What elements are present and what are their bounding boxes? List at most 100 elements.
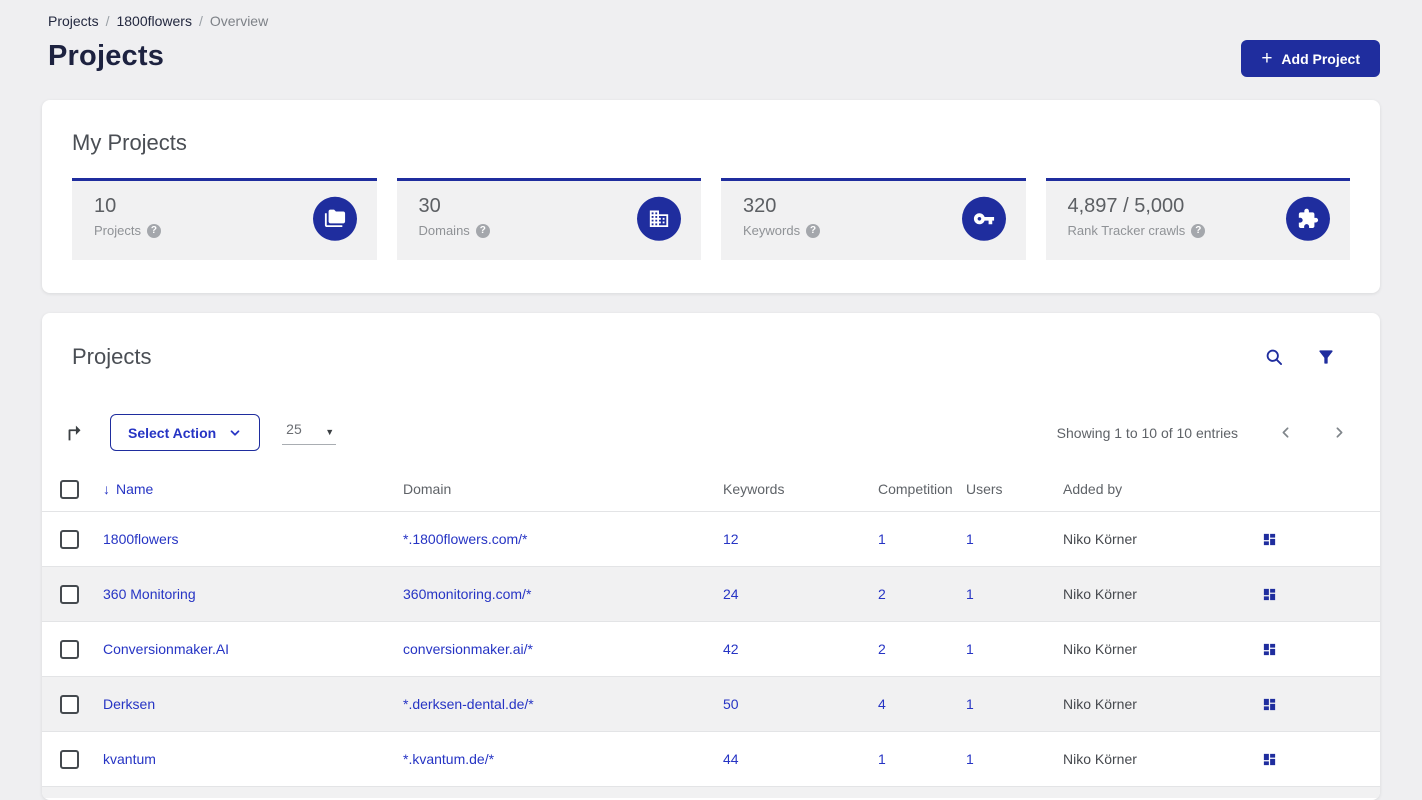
column-header-added-by[interactable]: Added by (1063, 481, 1262, 497)
forward-arrow-icon[interactable] (64, 422, 86, 444)
domains-label: Domains (418, 223, 470, 238)
table-row: 360 Monitoring 360monitoring.com/* 24 2 … (42, 566, 1380, 621)
column-header-name[interactable]: ↓ Name (103, 481, 403, 497)
projects-label: Projects (94, 223, 141, 238)
added-by-cell: Niko Körner (1063, 531, 1137, 547)
key-icon (961, 196, 1006, 241)
row-checkbox[interactable] (60, 639, 79, 659)
project-domain-link[interactable]: *.1800flowers.com/* (403, 531, 723, 547)
chevron-down-icon (230, 429, 240, 436)
select-all-checkbox[interactable] (60, 479, 79, 499)
select-action-label: Select Action (128, 424, 217, 441)
dashboard-grid-icon[interactable] (1262, 532, 1380, 547)
project-name-link[interactable]: Derksen (103, 696, 403, 712)
dashboard-grid-icon[interactable] (1262, 587, 1380, 602)
dashboard-grid-icon[interactable] (1262, 752, 1380, 767)
project-domain-link[interactable]: *.derksen-dental.de/* (403, 696, 723, 712)
keywords-count-link[interactable]: 44 (723, 751, 878, 767)
rank-tracker-crawls-label: Rank Tracker crawls (1067, 223, 1186, 238)
dashboard-grid-icon[interactable] (1262, 697, 1380, 712)
showing-entries-text: Showing 1 to 10 of 10 entries (1056, 424, 1238, 441)
breadcrumb-separator: / (105, 13, 110, 29)
stat-tile-projects: 10 Projects ? (72, 178, 377, 260)
breadcrumb: Projects / 1800flowers / Overview (48, 13, 1380, 29)
table-header-row: ↓ Name Domain Keywords Competition Users… (42, 467, 1380, 511)
breadcrumb-overview: Overview (209, 13, 269, 29)
select-action-dropdown[interactable]: Select Action (110, 414, 261, 451)
column-header-keywords[interactable]: Keywords (723, 481, 878, 497)
breadcrumb-separator: / (198, 13, 203, 29)
filter-icon[interactable] (1316, 347, 1336, 367)
competition-count-link[interactable]: 1 (878, 751, 966, 767)
stats-row: 10 Projects ? 30 Domains ? 320 Keywords (72, 178, 1350, 260)
table-row: Derksen *.derksen-dental.de/* 50 4 1 Nik… (42, 676, 1380, 731)
competition-count-link[interactable]: 4 (878, 696, 966, 712)
table-row: kvantum *.kvantum.de/* 44 1 1 Niko Körne… (42, 731, 1380, 786)
table-toolbar: Select Action 25 ▼ Showing 1 to 10 of 10… (42, 414, 1380, 451)
users-count-link[interactable]: 1 (966, 531, 1063, 547)
added-by-cell: Niko Körner (1063, 641, 1137, 657)
added-by-cell: Niko Körner (1063, 586, 1137, 602)
competition-count-link[interactable]: 2 (878, 641, 966, 657)
projects-table-title: Projects (72, 344, 152, 369)
sort-descending-icon: ↓ (103, 481, 110, 497)
page-title: Projects (48, 40, 165, 72)
users-count-link[interactable]: 1 (966, 586, 1063, 602)
project-name-link[interactable]: Conversionmaker.AI (103, 641, 403, 657)
next-page-icon[interactable] (1331, 424, 1348, 441)
project-name-link[interactable]: 360 Monitoring (103, 586, 403, 602)
project-name-link[interactable]: 1800flowers (103, 531, 403, 547)
projects-table-card: Projects Select Action 25 ▼ Showing 1 to… (42, 313, 1380, 800)
row-checkbox[interactable] (60, 749, 79, 769)
competition-count-link[interactable]: 2 (878, 586, 966, 602)
add-project-label: Add Project (1281, 50, 1360, 67)
my-projects-card: My Projects 10 Projects ? 30 Domains ? 3… (42, 100, 1380, 293)
competition-count-link[interactable]: 1 (878, 531, 966, 547)
add-project-button[interactable]: + Add Project (1241, 40, 1380, 77)
top-bar: Projects / 1800flowers / Overview Projec… (0, 0, 1422, 77)
project-domain-link[interactable]: conversionmaker.ai/* (403, 641, 723, 657)
folder-copy-icon (312, 196, 357, 241)
my-projects-title: My Projects (72, 130, 187, 155)
row-checkbox[interactable] (60, 529, 79, 549)
users-count-link[interactable]: 1 (966, 751, 1063, 767)
added-by-cell: Niko Körner (1063, 751, 1137, 767)
help-icon[interactable]: ? (475, 223, 490, 238)
users-count-link[interactable]: 1 (966, 696, 1063, 712)
search-icon[interactable] (1264, 347, 1284, 367)
added-by-cell: Niko Körner (1063, 696, 1137, 712)
previous-page-icon[interactable] (1277, 424, 1294, 441)
page-size-value: 25 (286, 420, 302, 437)
column-header-competition[interactable]: Competition (878, 481, 966, 497)
row-checkbox[interactable] (60, 694, 79, 714)
help-icon[interactable]: ? (146, 223, 161, 238)
plus-icon: + (1261, 48, 1273, 69)
help-icon[interactable]: ? (806, 223, 821, 238)
column-header-users[interactable]: Users (966, 481, 1063, 497)
keywords-count-link[interactable]: 24 (723, 586, 878, 602)
keywords-count-link[interactable]: 50 (723, 696, 878, 712)
project-domain-link[interactable]: *.kvantum.de/* (403, 751, 723, 767)
keywords-count-link[interactable]: 12 (723, 531, 878, 547)
help-icon[interactable]: ? (1191, 223, 1206, 238)
puzzle-icon (1286, 196, 1330, 241)
stat-tile-domains: 30 Domains ? (396, 178, 701, 260)
row-checkbox[interactable] (60, 584, 79, 604)
projects-table: ↓ Name Domain Keywords Competition Users… (42, 467, 1380, 798)
building-icon (637, 196, 681, 241)
table-row: Conversionmaker.AI conversionmaker.ai/* … (42, 621, 1380, 676)
table-row-partial (42, 786, 1380, 798)
page-size-select[interactable]: 25 ▼ (282, 420, 337, 445)
dashboard-grid-icon[interactable] (1262, 642, 1380, 657)
project-domain-link[interactable]: 360monitoring.com/* (403, 586, 723, 602)
users-count-link[interactable]: 1 (966, 641, 1063, 657)
stat-tile-rank-tracker-crawls: 4,897 / 5,000 Rank Tracker crawls ? (1045, 178, 1350, 260)
breadcrumb-1800flowers[interactable]: 1800flowers (116, 13, 192, 29)
keywords-label: Keywords (743, 223, 801, 238)
project-name-link[interactable]: kvantum (103, 751, 403, 767)
keywords-count-link[interactable]: 42 (723, 641, 878, 657)
stat-tile-keywords: 320 Keywords ? (721, 178, 1026, 260)
column-header-domain[interactable]: Domain (403, 481, 723, 497)
table-row: 1800flowers *.1800flowers.com/* 12 1 1 N… (42, 511, 1380, 566)
breadcrumb-projects[interactable]: Projects (48, 13, 99, 29)
